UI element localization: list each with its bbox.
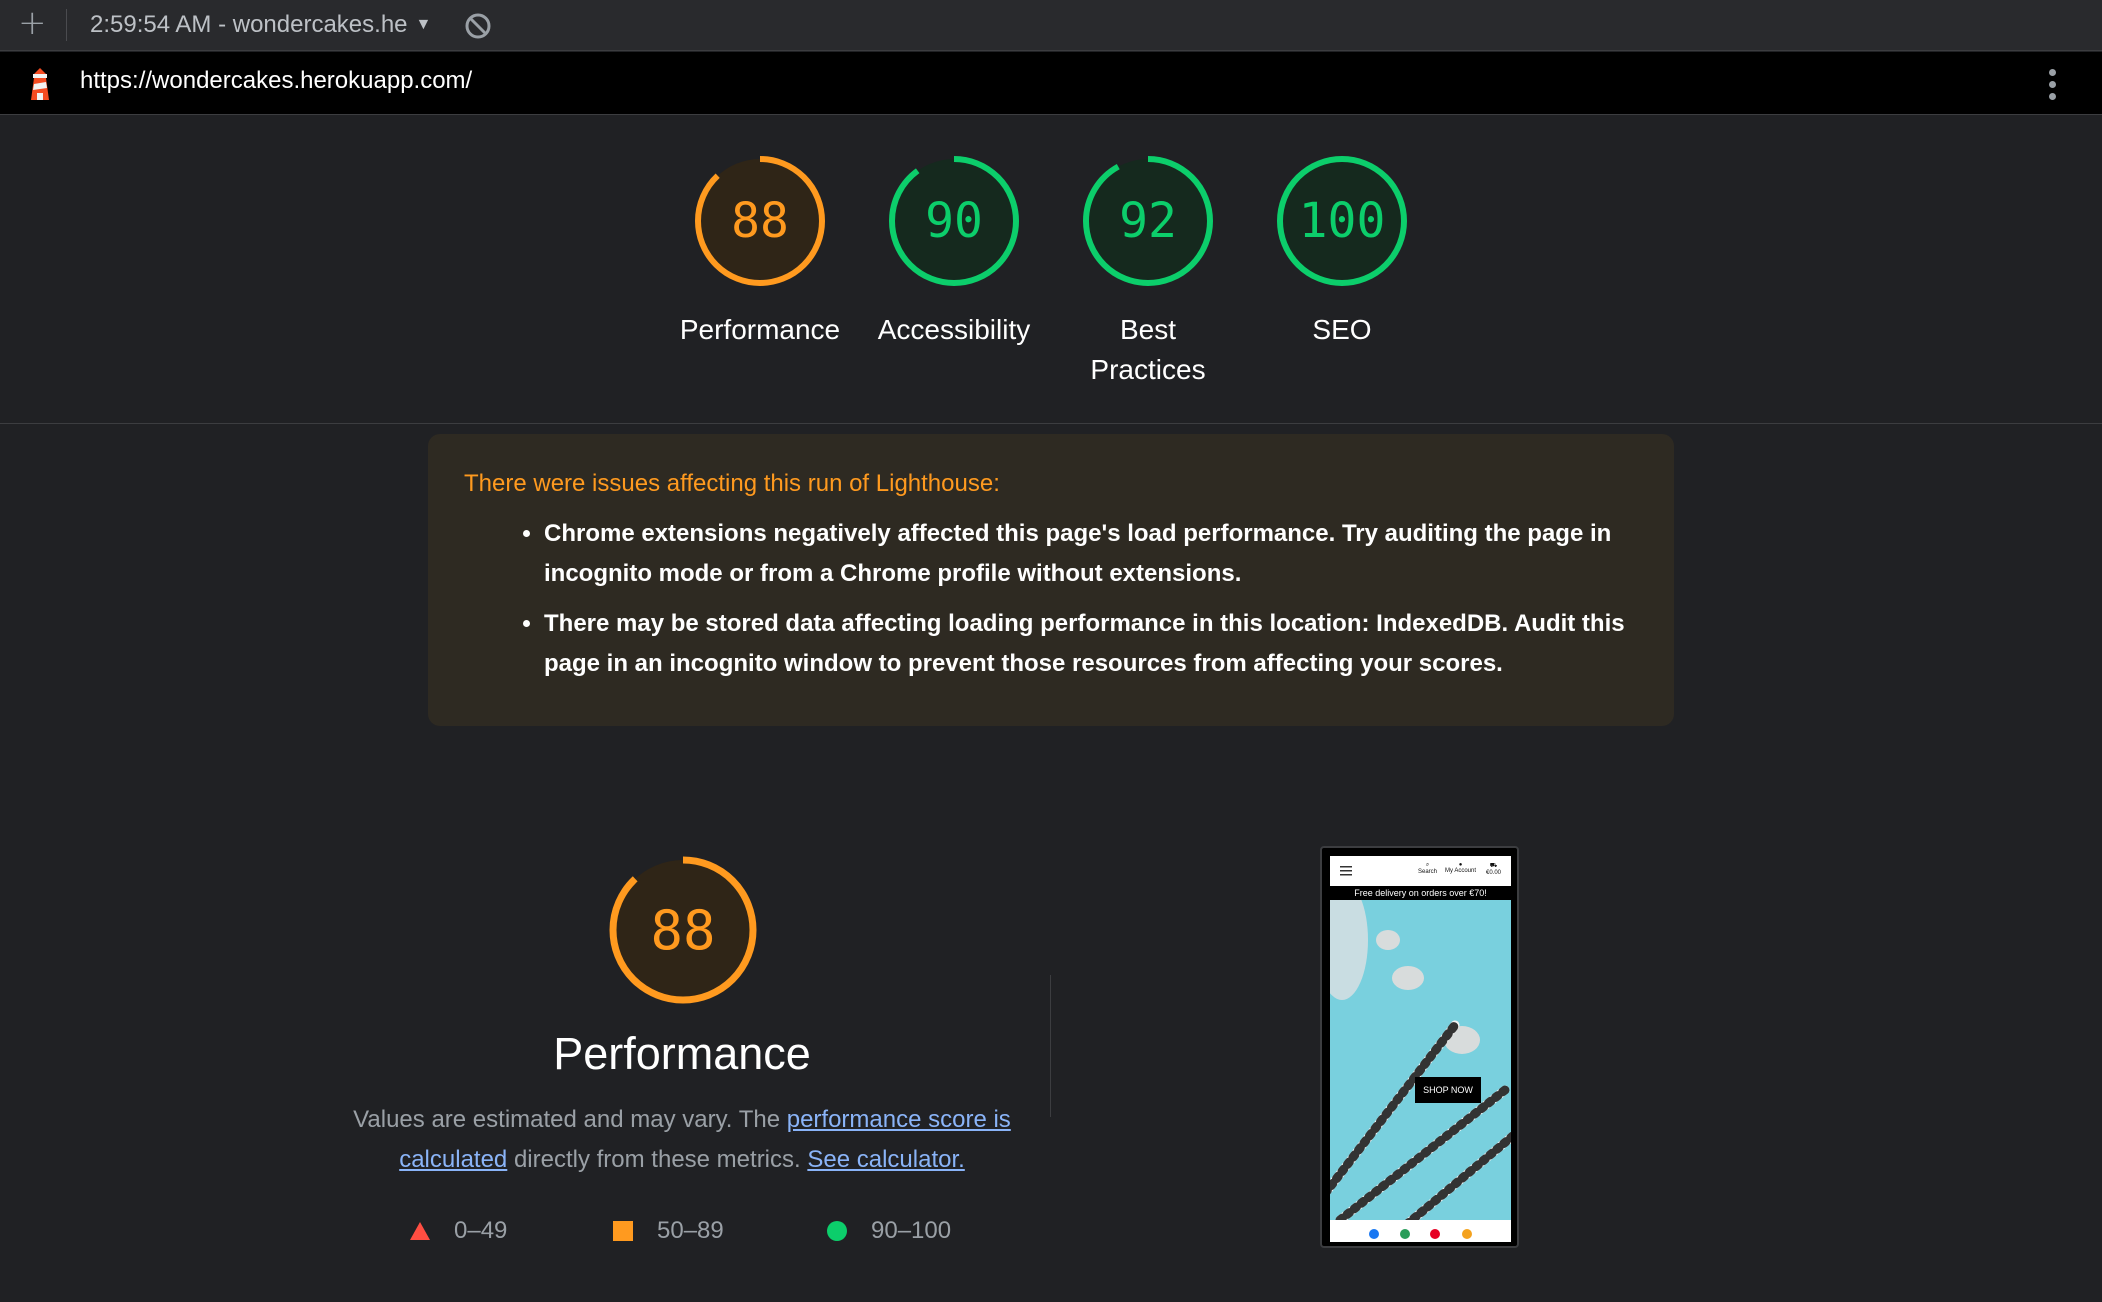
legend-range: 0–49 [454, 1217, 508, 1244]
performance-description: Values are estimated and may vary. The p… [352, 1100, 1012, 1180]
final-screenshot[interactable]: ⌕ Search ● My Account ⛟ €0.00 Free delivery… [1320, 846, 1519, 1248]
screenshot-account: ● My Account [1445, 862, 1477, 874]
gauge-score: 100 [1298, 193, 1386, 249]
block-icon[interactable] [462, 10, 494, 42]
gauge-ring: 92 [1081, 154, 1215, 288]
warning-item: Chrome extensions negatively affected th… [544, 514, 1638, 594]
screenshot-cart-label: €0.00 [1486, 870, 1502, 876]
gauge-ring: 90 [887, 154, 1021, 288]
legend-fail: 0–49 [410, 1215, 507, 1247]
gauge-score: 88 [731, 193, 789, 249]
hamburger-icon [1340, 866, 1352, 876]
screenshot-nav: ⌕ Search ● My Account ⛟ €0.00 [1330, 856, 1511, 886]
screenshot-shop-now-button: SHOP NOW [1415, 1077, 1481, 1103]
legend-range: 50–89 [657, 1217, 724, 1244]
caret-down-icon: ▼ [415, 16, 432, 33]
screenshot-hero-image [1330, 880, 1511, 1235]
gauge-score: 92 [1119, 193, 1177, 249]
gauge-label: Best Practices [1090, 314, 1206, 385]
devtools-toolbar: + 2:59:54 AM - wondercakes.he ▼ [0, 0, 2102, 51]
warning-item: There may be stored data affecting loadi… [544, 604, 1638, 684]
score-gauge-accessibility[interactable]: 90 Accessibility [864, 154, 1044, 350]
warnings-list: Chrome extensions negatively affected th… [464, 514, 1638, 684]
screenshot-footer [1330, 1220, 1511, 1242]
score-legend: 0–49 50–89 90–100 [410, 1215, 1010, 1247]
triangle-icon [410, 1222, 430, 1240]
report-selector-label: 2:59:54 AM - wondercakes.he [90, 11, 408, 38]
screenshot-search: ⌕ Search [1418, 862, 1438, 875]
score-summary: 88 Performance 90 Accessibility 92 Best … [0, 116, 2102, 424]
warnings-title: There were issues affecting this run of … [464, 470, 1000, 497]
gauge-label: Performance [679, 314, 841, 345]
page-url[interactable]: https://wondercakes.herokuapp.com/ [80, 67, 472, 95]
gauge-label: Accessibility [877, 314, 1031, 345]
performance-title: Performance [553, 1028, 811, 1079]
square-icon [613, 1221, 633, 1241]
gauge-ring: 100 [1275, 154, 1409, 288]
screenshot-banner: Free delivery on orders over €70! [1330, 886, 1511, 900]
run-warnings-panel: There were issues affecting this run of … [428, 434, 1674, 726]
lighthouse-logo-icon [24, 66, 56, 102]
screenshot-account-label: My Account [1445, 868, 1477, 874]
legend-average: 50–89 [613, 1215, 724, 1247]
url-bar: https://wondercakes.herokuapp.com/ [0, 52, 2102, 115]
see-calculator-link[interactable]: See calculator. [807, 1146, 964, 1173]
section-divider [1050, 975, 1051, 1117]
gauge-ring: 88 [693, 154, 827, 288]
screenshot-cart: ⛟ €0.00 [1486, 863, 1502, 876]
screenshot-page: ⌕ Search ● My Account ⛟ €0.00 Free delivery… [1330, 856, 1511, 1242]
performance-gauge: 88 [608, 855, 758, 1005]
legend-pass: 90–100 [827, 1215, 951, 1247]
score-gauge-seo[interactable]: 100 SEO [1252, 154, 1432, 350]
score-gauge-performance[interactable]: 88 Performance [670, 154, 850, 350]
desc-text: Values are estimated and may vary. The [353, 1106, 787, 1133]
circle-icon [827, 1221, 847, 1241]
kebab-menu-icon[interactable] [2042, 66, 2062, 102]
legend-range: 90–100 [871, 1217, 952, 1244]
toolbar-divider [66, 9, 67, 41]
screenshot-search-label: Search [1418, 869, 1438, 875]
score-gauge-best-practices[interactable]: 92 Best Practices [1058, 154, 1238, 390]
desc-text: directly from these metrics. [507, 1146, 808, 1173]
plus-icon[interactable]: + [18, 6, 47, 40]
report-selector[interactable]: 2:59:54 AM - wondercakes.he ▼ [90, 10, 442, 40]
gauge-label: SEO [1312, 314, 1372, 345]
gauge-score: 90 [925, 193, 983, 249]
performance-score: 88 [650, 898, 716, 962]
